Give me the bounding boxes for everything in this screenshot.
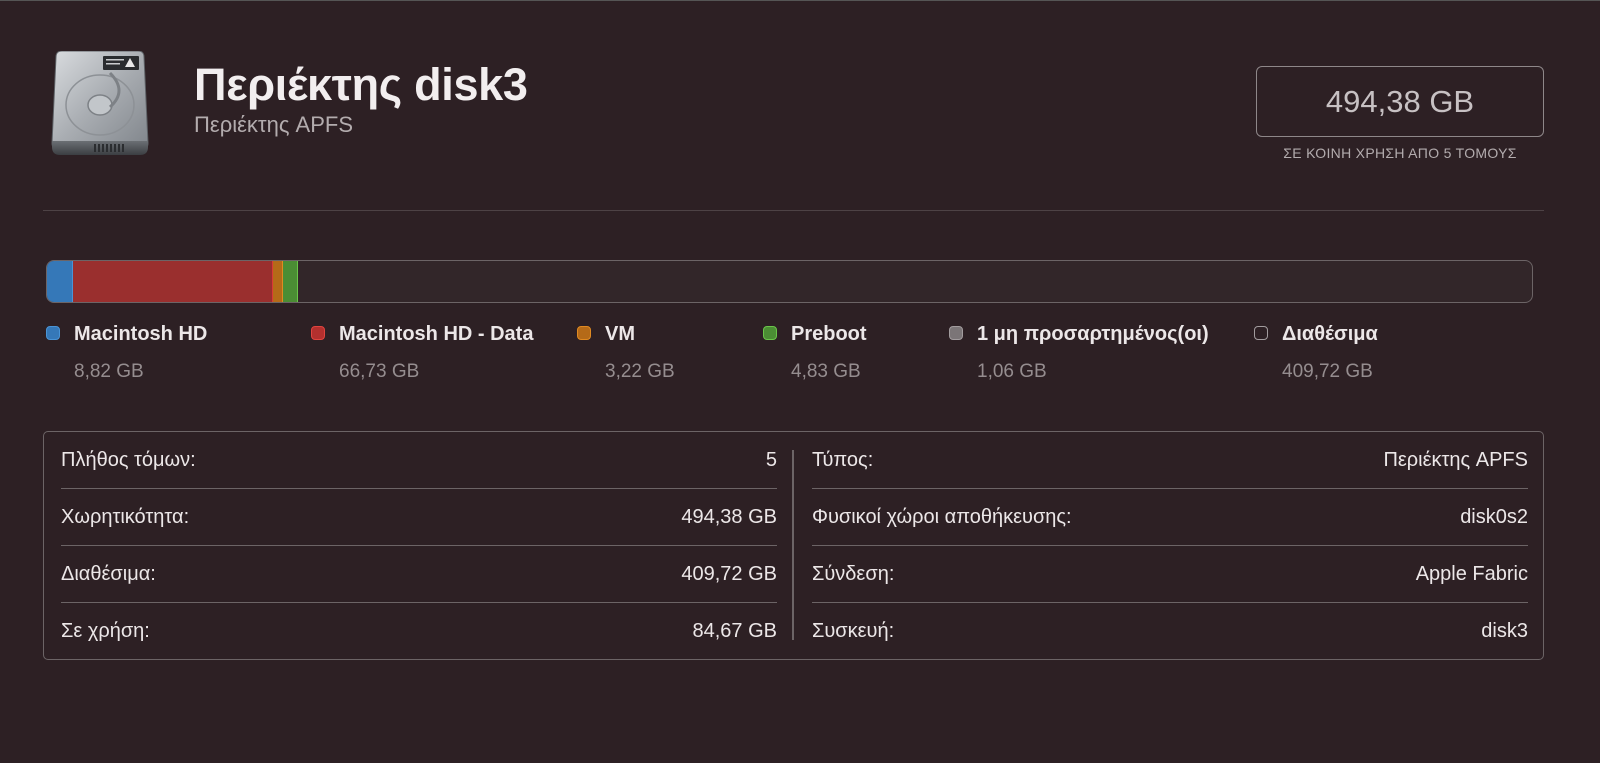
info-label: Διαθέσιμα: [61,563,156,585]
info-row-type: Τύπος: Περιέκτης APFS [812,432,1528,489]
legend-size: 66,73 GB [339,361,420,382]
column-divider [792,450,794,640]
legend-swatch [46,326,60,340]
info-label: Τύπος: [812,449,874,471]
info-label: Πλήθος τόμων: [61,449,196,471]
legend-swatch [1254,326,1268,340]
disk-utility-container-panel: Περιέκτης disk3 Περιέκτης APFS 494,38 GB… [0,0,1600,763]
info-label: Σύνδεση: [812,563,895,585]
legend-swatch [763,326,777,340]
info-label: Σε χρήση: [61,620,150,642]
shared-volumes-caption: ΣΕ ΚΟΙΝΗ ΧΡΗΣΗ ΑΠΟ 5 ΤΟΜΟΥΣ [1283,145,1517,161]
legend-name: Preboot [791,323,867,345]
info-row-capacity: Χωρητικότητα: 494,38 GB [61,489,777,546]
info-value: Περιέκτης APFS [1383,449,1528,471]
info-value: disk0s2 [1460,506,1528,528]
info-row-used: Σε χρήση: 84,67 GB [61,603,777,660]
storage-usage-bar [46,260,1533,303]
info-value: Apple Fabric [1415,563,1528,585]
legend-size: 1,06 GB [977,361,1047,382]
legend-name: Διαθέσιμα [1282,323,1378,345]
info-label: Φυσικοί χώροι αποθήκευσης: [812,506,1072,528]
legend-size: 4,83 GB [791,361,861,382]
info-value: disk3 [1481,620,1528,642]
legend-name: Macintosh HD [74,323,208,345]
legend-name: VM [605,323,635,345]
legend-size: 409,72 GB [1282,361,1373,382]
info-row-device: Συσκευή: disk3 [812,603,1528,660]
usage-segment-macintosh-hd [47,261,73,302]
legend-swatch [949,326,963,340]
container-title: Περιέκτης disk3 [194,59,528,110]
legend-name: Macintosh HD - Data [339,323,534,345]
total-capacity-box: 494,38 GB [1256,66,1544,137]
info-value: 5 [765,449,777,471]
hard-drive-icon [48,50,152,157]
info-value: 409,72 GB [681,563,777,585]
legend-size: 3,22 GB [605,361,675,382]
info-value: 494,38 GB [681,506,777,528]
legend-swatch [577,326,591,340]
info-row-physical-stores: Φυσικοί χώροι αποθήκευσης: disk0s2 [812,489,1528,546]
legend-size: 8,82 GB [74,361,144,382]
info-row-volume-count: Πλήθος τόμων: 5 [61,432,777,489]
info-row-available: Διαθέσιμα: 409,72 GB [61,546,777,603]
header-divider [43,210,1544,211]
info-label: Συσκευή: [812,620,895,642]
info-label: Χωρητικότητα: [61,506,190,528]
info-value: 84,67 GB [692,620,777,642]
usage-segment-macintosh-hd-data [73,261,273,302]
container-subtitle: Περιέκτης APFS [194,112,354,137]
legend-swatch [311,326,325,340]
legend-name: 1 μη προσαρτημένος(οι) [977,323,1209,345]
info-row-connection: Σύνδεση: Apple Fabric [812,546,1528,603]
usage-segment-preboot [283,261,298,302]
container-info-table: Πλήθος τόμων: 5 Χωρητικότητα: 494,38 GB … [43,431,1544,660]
total-capacity-value: 494,38 GB [1325,83,1475,119]
usage-segment-vm [273,261,283,302]
